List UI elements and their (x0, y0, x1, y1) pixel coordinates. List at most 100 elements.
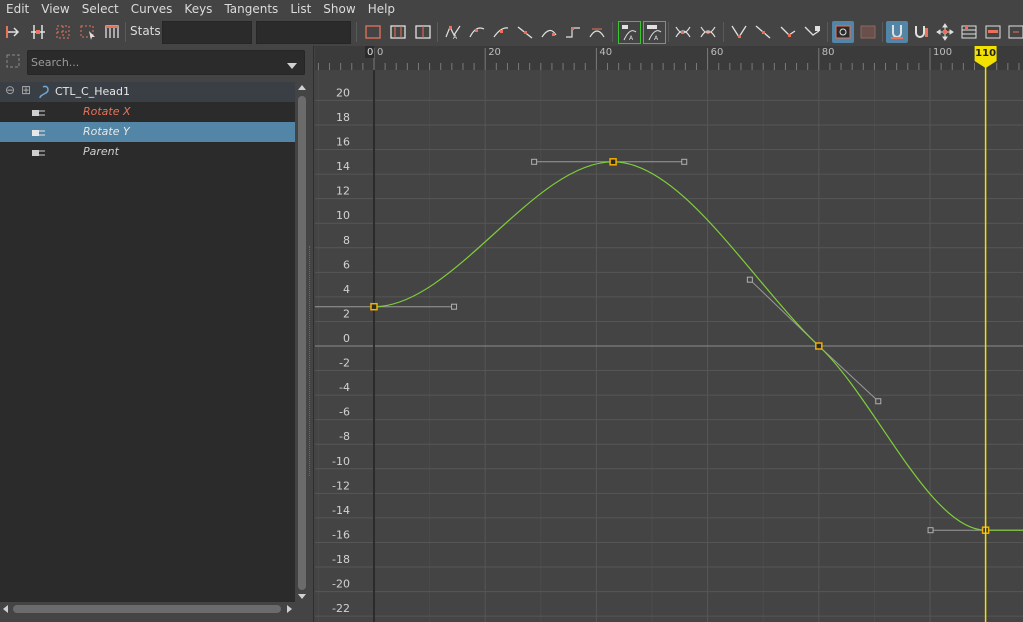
value-snap-icon[interactable] (910, 21, 932, 43)
outliner-horizontal-scrollbar[interactable] (0, 602, 295, 616)
attribute-plug-icon (32, 147, 46, 161)
swap-buffer-curve-icon[interactable] (697, 21, 719, 43)
frame-center-icon[interactable] (934, 21, 956, 43)
ruler-tick-label: 40 (599, 47, 612, 58)
menu-help[interactable]: Help (362, 0, 401, 18)
stats-frame-field[interactable] (162, 21, 252, 44)
tree-attr-parent[interactable]: Parent (0, 142, 295, 162)
value-axis-label: 14 (336, 160, 350, 173)
tangent-handle[interactable] (531, 158, 538, 165)
lattice-deform-keys-icon[interactable] (52, 21, 74, 43)
auto-load-icon[interactable] (832, 21, 854, 43)
expand-all-icon[interactable]: ⊞ (21, 83, 31, 97)
attribute-label: Rotate X (83, 105, 131, 118)
value-axis-label: 20 (336, 86, 350, 99)
attribute-label: Rotate Y (83, 125, 130, 138)
keyframe[interactable] (815, 342, 823, 350)
value-axis-label: 6 (343, 258, 350, 271)
attribute-plug-icon (32, 107, 46, 121)
keyframe[interactable] (609, 158, 617, 166)
outliner-panel: ⊖ ⊞ CTL_C_Head1 Rotate X Rotate Y Parent (0, 46, 314, 622)
time-ruler[interactable] (315, 46, 1023, 70)
frame-selection-icon[interactable] (387, 21, 409, 43)
free-tangent-weight-icon[interactable] (777, 21, 799, 43)
auto-tangent-icon[interactable] (466, 21, 488, 43)
ruler-tick-label: 100 (933, 47, 952, 58)
menu-list[interactable]: List (284, 0, 317, 18)
stats-value-field[interactable] (256, 21, 351, 44)
chevron-down-icon[interactable] (286, 59, 298, 73)
default-in-tangent-icon[interactable]: A (618, 21, 641, 44)
menu-edit[interactable]: Edit (0, 0, 35, 18)
load-selected-icon[interactable] (857, 21, 879, 43)
tree-attr-rotate-y[interactable]: Rotate Y (0, 122, 295, 142)
clamped-tangent-icon[interactable] (538, 21, 560, 43)
ruler-tick-label: 0 (377, 47, 383, 58)
dope-sheet-icon[interactable] (958, 21, 980, 43)
tangent-handle[interactable] (451, 303, 458, 310)
tangent-handle[interactable] (875, 398, 882, 405)
tangent-handle[interactable] (746, 276, 753, 283)
menu-curves[interactable]: Curves (125, 0, 179, 18)
ruler-tick-label: 60 (711, 47, 724, 58)
scroll-right-icon[interactable] (1005, 21, 1023, 43)
frame-all-icon[interactable] (362, 21, 384, 43)
search-box (27, 50, 305, 75)
menu-keys[interactable]: Keys (178, 0, 218, 18)
step-tangent-icon[interactable] (562, 21, 584, 43)
buffer-curve-snapshot-icon[interactable] (672, 21, 694, 43)
value-axis-label: -18 (332, 553, 350, 566)
scroll-left-icon[interactable] (2, 605, 10, 613)
collapse-icon[interactable]: ⊖ (5, 83, 15, 97)
unify-tangents-icon[interactable] (752, 21, 774, 43)
move-nearest-picked-key-icon[interactable] (2, 21, 24, 43)
tree-attr-rotate-x[interactable]: Rotate X (0, 102, 295, 122)
value-axis-label: 18 (336, 111, 350, 124)
linear-tangent-icon[interactable] (514, 21, 536, 43)
value-axis-label: -12 (332, 479, 350, 492)
current-frame-label: 110 (975, 48, 996, 59)
menu-show[interactable]: Show (317, 0, 361, 18)
menu-view[interactable]: View (35, 0, 75, 18)
value-axis-label: -2 (339, 357, 350, 370)
ruler-tick-label: 80 (822, 47, 835, 58)
menu-select[interactable]: Select (76, 0, 125, 18)
svg-text:A: A (453, 34, 458, 41)
lock-tangent-weight-icon[interactable] (801, 21, 823, 43)
keyframe[interactable] (370, 302, 378, 311)
insert-keys-icon[interactable] (27, 21, 49, 43)
scroll-right-icon[interactable] (285, 605, 293, 613)
trax-editor-icon[interactable] (982, 21, 1004, 43)
tangent-handle[interactable] (681, 158, 688, 165)
ruler-tick-label: 20 (488, 47, 501, 58)
flat-tangent-icon[interactable] (586, 21, 608, 43)
filter-toggle-icon[interactable] (5, 53, 21, 72)
panel-resize-handle[interactable] (309, 246, 313, 476)
node-label: CTL_C_Head1 (55, 85, 130, 98)
frame-playback-range-icon[interactable] (412, 21, 434, 43)
normalize-curves-icon[interactable]: A (442, 21, 464, 43)
scroll-up-icon[interactable] (298, 84, 306, 92)
outliner-vertical-scrollbar[interactable] (297, 82, 307, 602)
value-axis-label: 4 (343, 283, 350, 296)
scrollbar-thumb[interactable] (13, 605, 281, 613)
menu-bar: Edit View Select Curves Keys Tangents Li… (0, 0, 1023, 18)
svg-text:A: A (629, 35, 634, 42)
timeline-start-label: 0 (367, 47, 373, 58)
tangent-handle[interactable] (927, 527, 934, 534)
scroll-down-icon[interactable] (298, 592, 306, 600)
region-keys-icon[interactable] (77, 21, 99, 43)
spline-tangent-icon[interactable] (490, 21, 512, 43)
menu-tangents[interactable]: Tangents (218, 0, 284, 18)
default-out-tangent-icon[interactable]: A (643, 21, 666, 44)
graph-canvas[interactable]: 0 20 40 60 80 1000 20181614121086420-2-4-6-8-… (315, 46, 1023, 622)
tree-node-ctl-c-head1[interactable]: ⊖ ⊞ CTL_C_Head1 (0, 82, 295, 102)
break-tangents-icon[interactable] (728, 21, 750, 43)
search-input[interactable] (31, 51, 271, 74)
value-axis-label: 16 (336, 136, 350, 149)
retime-tool-icon[interactable] (101, 21, 123, 43)
graph-view[interactable]: 0 20 40 60 80 100 0 20 18 16 14 12 10 8 6 4 2 0 -2 -4 -6 -8-… (315, 46, 1023, 622)
scrollbar-thumb[interactable] (298, 96, 306, 590)
value-axis-label: -10 (332, 455, 350, 468)
time-snap-icon[interactable] (886, 21, 908, 43)
